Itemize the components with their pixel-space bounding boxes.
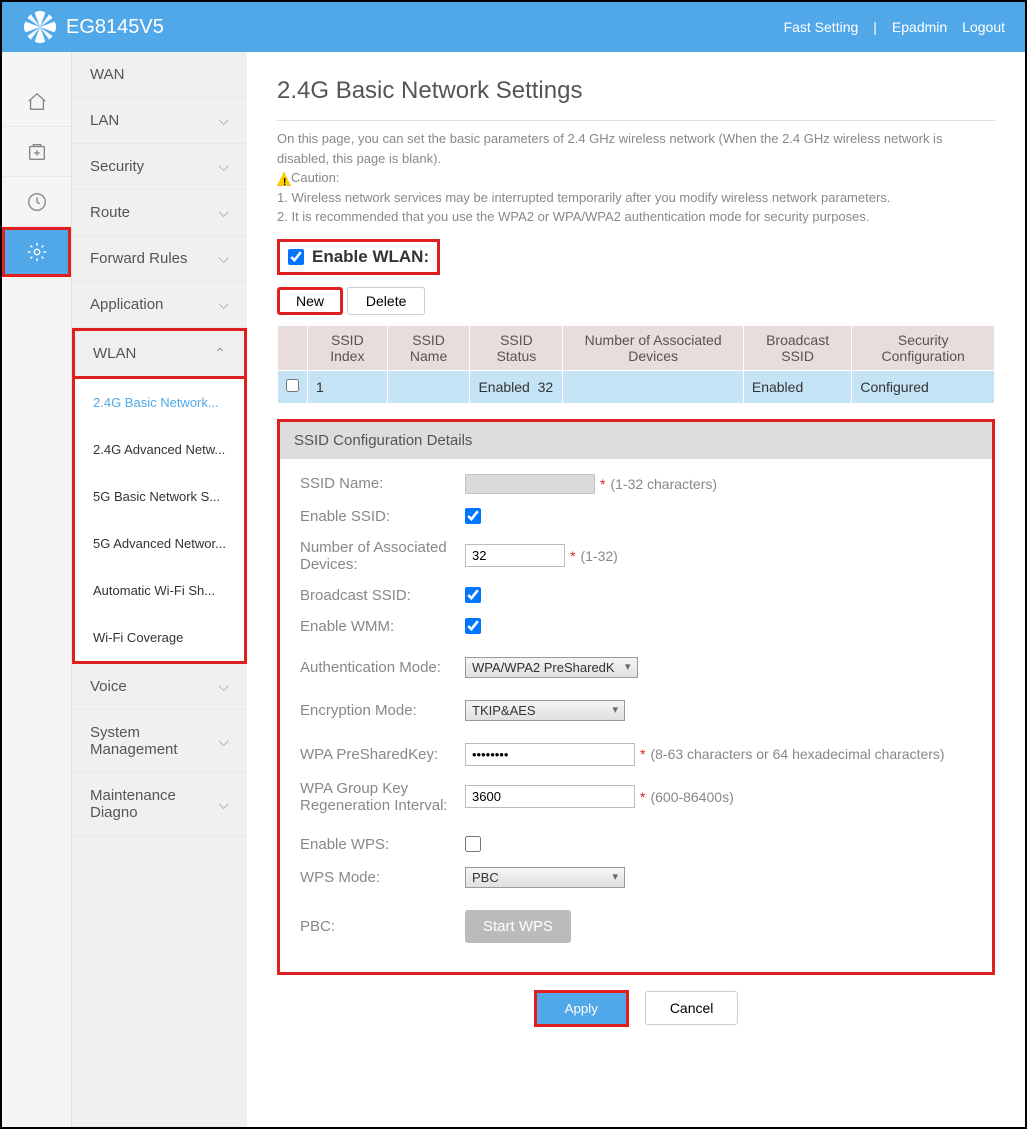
- sub-5g-advanced[interactable]: 5G Advanced Networ...: [75, 520, 244, 567]
- th-security: Security Configuration: [852, 325, 995, 370]
- enable-wlan-label: Enable WLAN:: [312, 247, 429, 267]
- apply-button[interactable]: Apply: [534, 990, 629, 1027]
- main-content: 2.4G Basic Network Settings On this page…: [247, 52, 1025, 1127]
- chevron-down-icon: ⌵: [218, 678, 229, 695]
- sub-auto-wifi[interactable]: Automatic Wi-Fi Sh...: [75, 567, 244, 614]
- gear-icon[interactable]: [2, 227, 71, 277]
- row-checkbox[interactable]: [286, 379, 299, 392]
- enable-ssid-label: Enable SSID:: [300, 508, 465, 525]
- chevron-down-icon: ⌵: [218, 250, 229, 267]
- sub-5g-basic[interactable]: 5G Basic Network S...: [75, 473, 244, 520]
- page-title: 2.4G Basic Network Settings: [277, 77, 995, 105]
- user-link[interactable]: Epadmin: [892, 19, 947, 35]
- logo: EG8145V5: [22, 9, 164, 45]
- nav-voice[interactable]: Voice⌵: [72, 664, 247, 710]
- wps-label: Enable WPS:: [300, 836, 465, 853]
- wps-mode-label: WPS Mode:: [300, 869, 465, 886]
- plus-box-icon[interactable]: [2, 127, 71, 177]
- nav-forward[interactable]: Forward Rules⌵: [72, 236, 247, 282]
- psk-input[interactable]: [465, 743, 635, 766]
- broadcast-checkbox[interactable]: [465, 587, 481, 603]
- th-devices: Number of Associated Devices: [563, 325, 743, 370]
- cell-index: 1: [308, 370, 388, 403]
- cell-security: Configured: [852, 370, 995, 403]
- chevron-down-icon: ⌵: [218, 733, 229, 750]
- huawei-logo-icon: [22, 9, 58, 45]
- sub-24g-advanced[interactable]: 2.4G Advanced Netw...: [75, 426, 244, 473]
- group-input[interactable]: [465, 785, 635, 808]
- cancel-button[interactable]: Cancel: [645, 991, 739, 1025]
- nav-security[interactable]: Security⌵: [72, 144, 247, 190]
- nav-maintenance[interactable]: Maintenance Diagno⌵: [72, 773, 247, 836]
- enc-label: Encryption Mode:: [300, 702, 465, 719]
- num-devices-input[interactable]: [465, 544, 565, 567]
- chevron-down-icon: ⌵: [218, 112, 229, 129]
- config-header: SSID Configuration Details: [280, 422, 992, 459]
- nav-lan[interactable]: LAN⌵: [72, 98, 247, 144]
- th-name: SSID Name: [387, 325, 470, 370]
- chevron-down-icon: ⌵: [218, 158, 229, 175]
- nav-wlan[interactable]: WLAN⌃: [72, 328, 247, 379]
- nav-application[interactable]: Application⌵: [72, 282, 247, 328]
- ssid-config-box: SSID Configuration Details SSID Name: * …: [277, 419, 995, 975]
- ssid-table: SSID Index SSID Name SSID Status Number …: [277, 325, 995, 404]
- num-devices-label: Number of Associated Devices:: [300, 539, 465, 573]
- bottom-buttons: Apply Cancel: [277, 990, 995, 1027]
- sub-24g-basic[interactable]: 2.4G Basic Network...: [75, 379, 244, 426]
- nav-system[interactable]: System Management⌵: [72, 710, 247, 773]
- wps-mode-select[interactable]: PBC: [465, 867, 625, 888]
- nav-route[interactable]: Route⌵: [72, 190, 247, 236]
- caution-icon: [277, 172, 291, 186]
- nav-sidebar: WAN LAN⌵ Security⌵ Route⌵ Forward Rules⌵…: [72, 52, 247, 1127]
- header-bar: EG8145V5 Fast Setting | Epadmin Logout: [2, 2, 1025, 52]
- cell-name: [387, 370, 470, 403]
- divider: |: [873, 19, 877, 35]
- logout-link[interactable]: Logout: [962, 19, 1005, 35]
- th-broadcast: Broadcast SSID: [743, 325, 851, 370]
- new-button[interactable]: New: [277, 287, 343, 315]
- ssid-name-label: SSID Name:: [300, 475, 465, 492]
- chevron-down-icon: ⌵: [218, 796, 229, 813]
- clock-icon[interactable]: [2, 177, 71, 227]
- chevron-down-icon: ⌵: [218, 296, 229, 313]
- cell-broadcast: Enabled: [743, 370, 851, 403]
- enable-ssid-checkbox[interactable]: [465, 508, 481, 524]
- broadcast-label: Broadcast SSID:: [300, 587, 465, 604]
- auth-label: Authentication Mode:: [300, 659, 465, 676]
- cell-status: Enabled 32: [470, 370, 563, 403]
- wmm-checkbox[interactable]: [465, 618, 481, 634]
- home-icon[interactable]: [2, 77, 71, 127]
- delete-button[interactable]: Delete: [347, 287, 425, 315]
- table-header: SSID Index SSID Name SSID Status Number …: [278, 325, 995, 370]
- wps-checkbox[interactable]: [465, 836, 481, 852]
- chevron-up-icon: ⌃: [214, 345, 226, 362]
- nav-wan[interactable]: WAN: [72, 52, 247, 98]
- psk-label: WPA PreSharedKey:: [300, 746, 465, 763]
- group-label: WPA Group Key Regeneration Interval:: [300, 780, 465, 814]
- icon-spacer: [2, 52, 71, 77]
- fast-setting-link[interactable]: Fast Setting: [784, 19, 859, 35]
- start-wps-button[interactable]: Start WPS: [465, 910, 571, 943]
- enc-select[interactable]: TKIP&AES: [465, 700, 625, 721]
- page-description: On this page, you can set the basic para…: [277, 120, 995, 227]
- table-row[interactable]: 1 Enabled 32 Enabled Configured: [278, 370, 995, 403]
- sub-wifi-coverage[interactable]: Wi-Fi Coverage: [75, 614, 244, 661]
- cell-dev: [563, 370, 743, 403]
- model-name: EG8145V5: [66, 16, 164, 39]
- ssid-name-input[interactable]: [465, 474, 595, 494]
- th-status: SSID Status: [470, 325, 563, 370]
- icon-sidebar: [2, 52, 72, 1127]
- wlan-subitems: 2.4G Basic Network... 2.4G Advanced Netw…: [72, 379, 247, 664]
- enable-wlan-box: Enable WLAN:: [277, 239, 440, 275]
- chevron-down-icon: ⌵: [218, 204, 229, 221]
- pbc-label: PBC:: [300, 918, 465, 935]
- button-row: New Delete: [277, 287, 995, 315]
- th-index: SSID Index: [308, 325, 388, 370]
- enable-wlan-checkbox[interactable]: [288, 249, 304, 265]
- auth-select[interactable]: WPA/WPA2 PreSharedK: [465, 657, 638, 678]
- header-links: Fast Setting | Epadmin Logout: [784, 19, 1005, 35]
- wmm-label: Enable WMM:: [300, 618, 465, 635]
